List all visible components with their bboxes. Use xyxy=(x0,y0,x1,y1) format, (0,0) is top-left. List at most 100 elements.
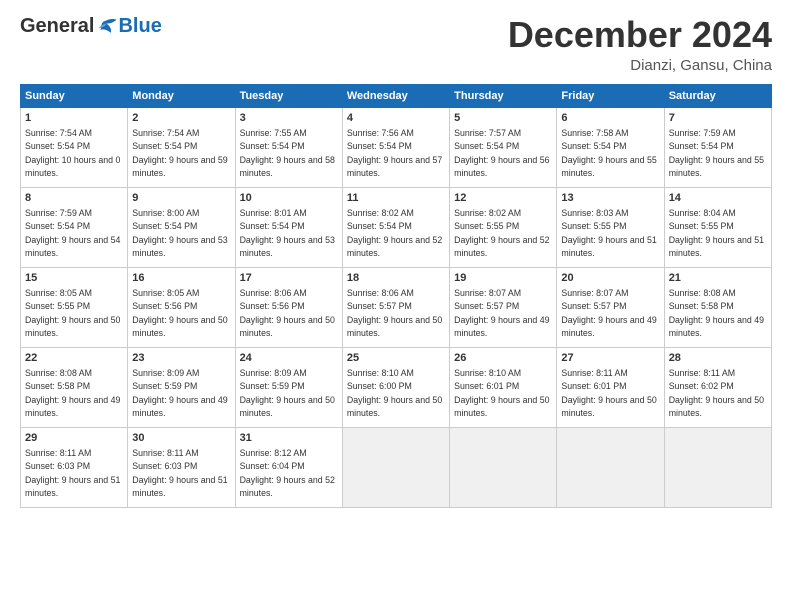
calendar-week-1: 1 Sunrise: 7:54 AMSunset: 5:54 PMDaylight… xyxy=(21,107,772,187)
day-detail: Sunrise: 8:08 AMSunset: 5:58 PMDaylight:… xyxy=(669,288,764,338)
header: General Blue December 2024 Dianzi, Gansu… xyxy=(20,15,772,74)
calendar-week-3: 15 Sunrise: 8:05 AMSunset: 5:55 PMDayligh… xyxy=(21,267,772,347)
day-detail: Sunrise: 7:55 AMSunset: 5:54 PMDaylight:… xyxy=(240,128,335,178)
logo-bird-icon xyxy=(96,18,118,36)
calendar-cell: 1 Sunrise: 7:54 AMSunset: 5:54 PMDaylight… xyxy=(21,107,128,187)
calendar-cell xyxy=(664,427,771,507)
calendar-cell: 25Sunrise: 8:10 AMSunset: 6:00 PMDayligh… xyxy=(342,347,449,427)
calendar-cell: 15 Sunrise: 8:05 AMSunset: 5:55 PMDayligh… xyxy=(21,267,128,347)
day-number: 3 xyxy=(240,111,338,126)
day-number: 15 xyxy=(25,271,123,286)
day-number: 22 xyxy=(25,351,123,366)
calendar-cell: 21Sunrise: 8:08 AMSunset: 5:58 PMDayligh… xyxy=(664,267,771,347)
day-detail: Sunrise: 8:07 AMSunset: 5:57 PMDaylight:… xyxy=(561,288,656,338)
calendar-cell: 28 Sunrise: 8:11 AMSunset: 6:02 PMDayligh… xyxy=(664,347,771,427)
calendar-cell: 9 Sunrise: 8:00 AMSunset: 5:54 PMDaylight… xyxy=(128,187,235,267)
col-wednesday: Wednesday xyxy=(342,84,449,107)
calendar-cell: 29 Sunrise: 8:11 AMSunset: 6:03 PMDayligh… xyxy=(21,427,128,507)
logo-blue-text: Blue xyxy=(118,15,161,38)
day-number: 12 xyxy=(454,191,552,206)
day-detail: Sunrise: 8:01 AMSunset: 5:54 PMDaylight:… xyxy=(240,208,335,258)
day-detail: Sunrise: 8:07 AMSunset: 5:57 PMDaylight:… xyxy=(454,288,549,338)
day-number: 18 xyxy=(347,271,445,286)
day-detail: Sunrise: 8:06 AMSunset: 5:57 PMDaylight:… xyxy=(347,288,442,338)
calendar-cell: 18 Sunrise: 8:06 AMSunset: 5:57 PMDayligh… xyxy=(342,267,449,347)
calendar-cell: 23 Sunrise: 8:09 AMSunset: 5:59 PMDayligh… xyxy=(128,347,235,427)
calendar-cell: 31Sunrise: 8:12 AMSunset: 6:04 PMDayligh… xyxy=(235,427,342,507)
day-number: 13 xyxy=(561,191,659,206)
day-detail: Sunrise: 8:12 AMSunset: 6:04 PMDaylight:… xyxy=(240,448,335,498)
calendar-cell xyxy=(342,427,449,507)
calendar-cell: 10 Sunrise: 8:01 AMSunset: 5:54 PMDayligh… xyxy=(235,187,342,267)
calendar-cell: 22Sunrise: 8:08 AMSunset: 5:58 PMDayligh… xyxy=(21,347,128,427)
calendar-cell: 2 Sunrise: 7:54 AMSunset: 5:54 PMDaylight… xyxy=(128,107,235,187)
calendar-cell: 4 Sunrise: 7:56 AMSunset: 5:54 PMDaylight… xyxy=(342,107,449,187)
col-thursday: Thursday xyxy=(450,84,557,107)
day-detail: Sunrise: 7:54 AMSunset: 5:54 PMDaylight:… xyxy=(25,128,120,178)
day-number: 29 xyxy=(25,431,123,446)
calendar-cell: 27 Sunrise: 8:11 AMSunset: 6:01 PMDayligh… xyxy=(557,347,664,427)
day-detail: Sunrise: 7:54 AMSunset: 5:54 PMDaylight:… xyxy=(132,128,227,178)
page-subtitle: Dianzi, Gansu, China xyxy=(508,57,772,74)
day-number: 4 xyxy=(347,111,445,126)
col-sunday: Sunday xyxy=(21,84,128,107)
day-detail: Sunrise: 8:04 AMSunset: 5:55 PMDaylight:… xyxy=(669,208,764,258)
day-detail: Sunrise: 8:03 AMSunset: 5:55 PMDaylight:… xyxy=(561,208,656,258)
day-number: 9 xyxy=(132,191,230,206)
day-number: 5 xyxy=(454,111,552,126)
day-number: 26 xyxy=(454,351,552,366)
calendar-cell: 6 Sunrise: 7:58 AMSunset: 5:54 PMDaylight… xyxy=(557,107,664,187)
page-title: December 2024 xyxy=(508,15,772,55)
calendar-cell: 24Sunrise: 8:09 AMSunset: 5:59 PMDayligh… xyxy=(235,347,342,427)
title-block: December 2024 Dianzi, Gansu, China xyxy=(508,15,772,74)
calendar-cell: 19 Sunrise: 8:07 AMSunset: 5:57 PMDayligh… xyxy=(450,267,557,347)
day-number: 28 xyxy=(669,351,767,366)
day-detail: Sunrise: 7:56 AMSunset: 5:54 PMDaylight:… xyxy=(347,128,442,178)
calendar-cell xyxy=(557,427,664,507)
day-number: 16 xyxy=(132,271,230,286)
day-detail: Sunrise: 7:59 AMSunset: 5:54 PMDaylight:… xyxy=(25,208,120,258)
day-number: 8 xyxy=(25,191,123,206)
calendar-cell: 13 Sunrise: 8:03 AMSunset: 5:55 PMDayligh… xyxy=(557,187,664,267)
day-detail: Sunrise: 8:11 AMSunset: 6:03 PMDaylight:… xyxy=(132,448,227,498)
page: General Blue December 2024 Dianzi, Gansu… xyxy=(0,0,792,612)
day-detail: Sunrise: 8:05 AMSunset: 5:55 PMDaylight:… xyxy=(25,288,120,338)
day-number: 24 xyxy=(240,351,338,366)
day-number: 19 xyxy=(454,271,552,286)
day-detail: Sunrise: 8:10 AMSunset: 6:00 PMDaylight:… xyxy=(347,368,442,418)
day-detail: Sunrise: 8:02 AMSunset: 5:54 PMDaylight:… xyxy=(347,208,442,258)
day-number: 30 xyxy=(132,431,230,446)
day-number: 14 xyxy=(669,191,767,206)
day-number: 1 xyxy=(25,111,123,126)
day-number: 20 xyxy=(561,271,659,286)
day-detail: Sunrise: 8:02 AMSunset: 5:55 PMDaylight:… xyxy=(454,208,549,258)
calendar-week-4: 22Sunrise: 8:08 AMSunset: 5:58 PMDayligh… xyxy=(21,347,772,427)
col-saturday: Saturday xyxy=(664,84,771,107)
day-detail: Sunrise: 7:59 AMSunset: 5:54 PMDaylight:… xyxy=(669,128,764,178)
day-number: 23 xyxy=(132,351,230,366)
day-number: 6 xyxy=(561,111,659,126)
calendar-cell: 30 Sunrise: 8:11 AMSunset: 6:03 PMDayligh… xyxy=(128,427,235,507)
day-detail: Sunrise: 8:11 AMSunset: 6:03 PMDaylight:… xyxy=(25,448,120,498)
day-detail: Sunrise: 7:57 AMSunset: 5:54 PMDaylight:… xyxy=(454,128,549,178)
day-number: 10 xyxy=(240,191,338,206)
day-detail: Sunrise: 7:58 AMSunset: 5:54 PMDaylight:… xyxy=(561,128,656,178)
day-detail: Sunrise: 8:11 AMSunset: 6:01 PMDaylight:… xyxy=(561,368,656,418)
day-detail: Sunrise: 8:10 AMSunset: 6:01 PMDaylight:… xyxy=(454,368,549,418)
day-detail: Sunrise: 8:05 AMSunset: 5:56 PMDaylight:… xyxy=(132,288,227,338)
calendar-header-row: Sunday Monday Tuesday Wednesday Thursday… xyxy=(21,84,772,107)
logo: General Blue xyxy=(20,15,162,38)
logo-general-text: General xyxy=(20,15,94,38)
day-number: 27 xyxy=(561,351,659,366)
calendar-cell: 11Sunrise: 8:02 AMSunset: 5:54 PMDayligh… xyxy=(342,187,449,267)
calendar-cell: 16 Sunrise: 8:05 AMSunset: 5:56 PMDayligh… xyxy=(128,267,235,347)
calendar-cell: 14 Sunrise: 8:04 AMSunset: 5:55 PMDayligh… xyxy=(664,187,771,267)
day-number: 2 xyxy=(132,111,230,126)
calendar-cell: 12 Sunrise: 8:02 AMSunset: 5:55 PMDayligh… xyxy=(450,187,557,267)
calendar-cell: 5 Sunrise: 7:57 AMSunset: 5:54 PMDaylight… xyxy=(450,107,557,187)
day-detail: Sunrise: 8:11 AMSunset: 6:02 PMDaylight:… xyxy=(669,368,764,418)
day-detail: Sunrise: 8:09 AMSunset: 5:59 PMDaylight:… xyxy=(132,368,227,418)
calendar-cell xyxy=(450,427,557,507)
calendar-cell: 26 Sunrise: 8:10 AMSunset: 6:01 PMDayligh… xyxy=(450,347,557,427)
day-detail: Sunrise: 8:00 AMSunset: 5:54 PMDaylight:… xyxy=(132,208,227,258)
